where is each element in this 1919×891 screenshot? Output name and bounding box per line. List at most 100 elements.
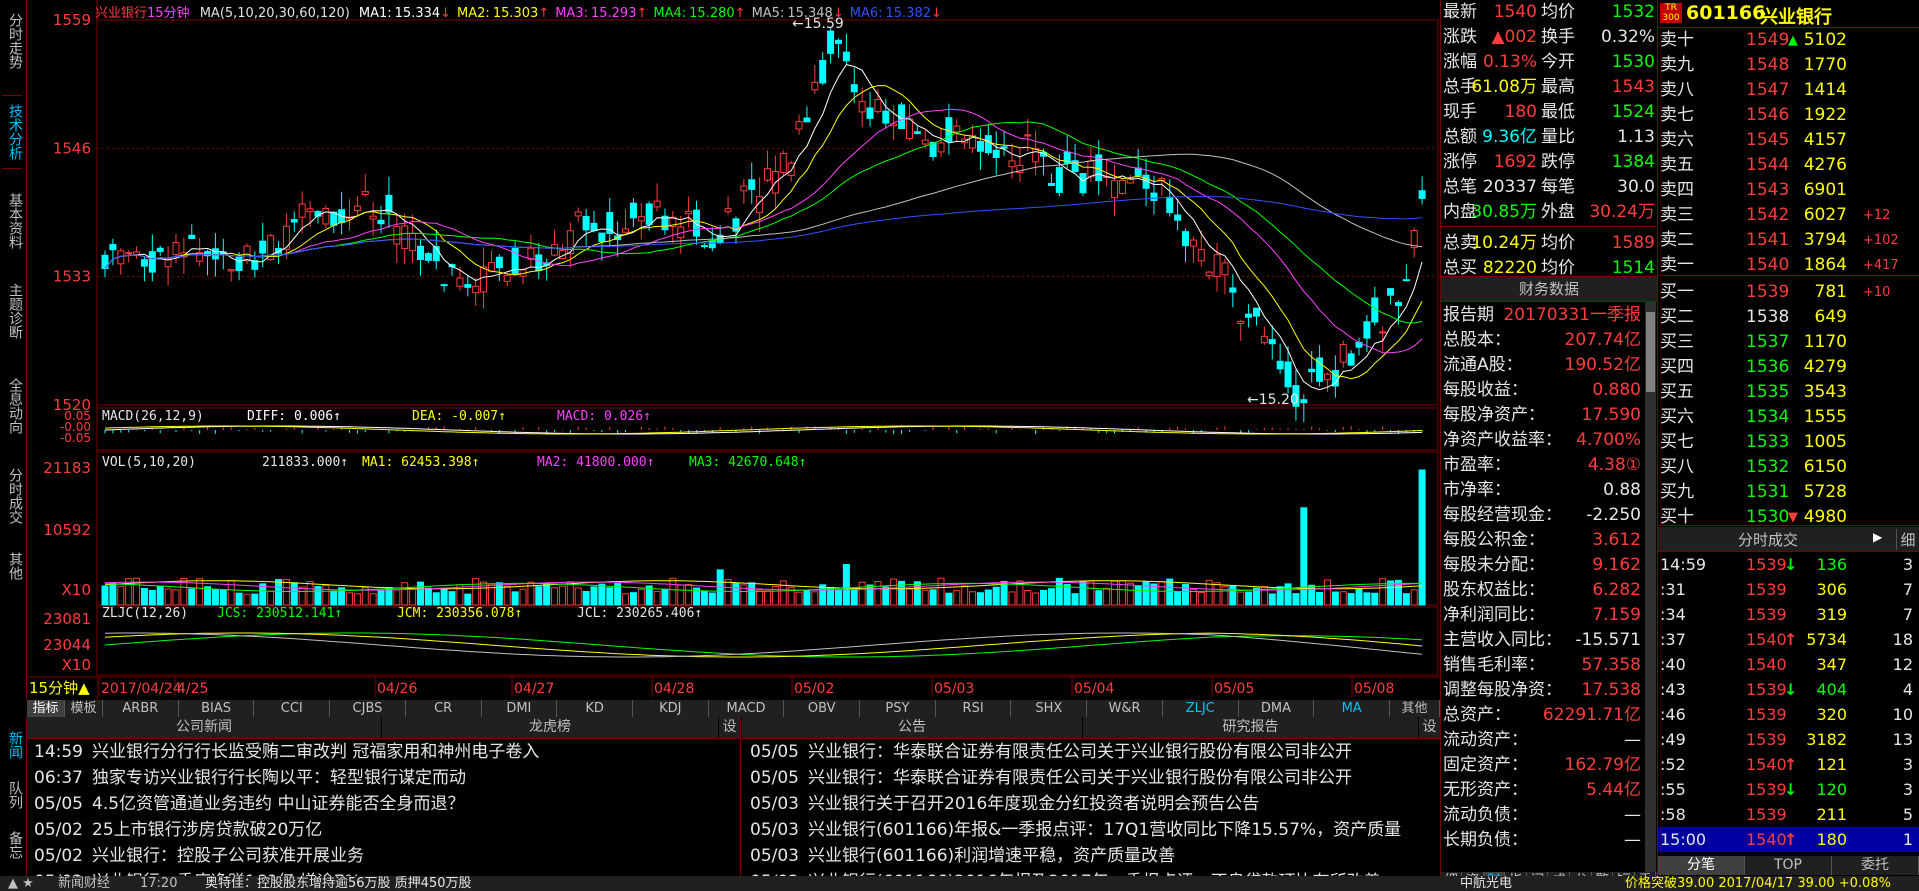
- order-level-label: 卖二: [1660, 230, 1694, 250]
- order-book-row[interactable]: 卖九 1548 1770: [1658, 53, 1919, 78]
- date-tick-label: 05/08: [1354, 681, 1394, 697]
- news-left-settings[interactable]: 设: [719, 717, 740, 739]
- period-label[interactable]: 15分钟▲: [29, 679, 90, 697]
- ticks-next-icon[interactable]: ▶: [1873, 530, 1882, 544]
- indicator-tab-shx[interactable]: SHX: [1011, 700, 1088, 717]
- order-book-row[interactable]: 买八 1532 6150: [1658, 455, 1919, 480]
- order-book-row[interactable]: 买五 1535 3543: [1658, 380, 1919, 405]
- order-level-label: 卖九: [1660, 55, 1694, 75]
- tab-dragon-tiger[interactable]: 龙虎榜: [382, 717, 718, 739]
- order-book-row[interactable]: 卖三 1542 6027 +12: [1658, 203, 1919, 228]
- news-item[interactable]: 14:59 兴业银行分行行长监受贿二审改判 冠福家用和神州电子卷入: [34, 740, 738, 765]
- news-item[interactable]: 05/02 25上市银行涉房贷款破20万亿: [34, 818, 738, 843]
- indicator-tab-cr[interactable]: CR: [406, 700, 482, 717]
- order-book-row[interactable]: 卖五 1544 4276: [1658, 153, 1919, 178]
- status-star-icon: ▲ ★: [8, 876, 34, 891]
- order-book-row[interactable]: 买一 1539 781 +10: [1658, 280, 1919, 305]
- vtab-diagnosis[interactable]: 主题诊断: [2, 275, 23, 347]
- candle-body: [882, 110, 890, 124]
- order-book-row[interactable]: 卖八 1547 1414: [1658, 78, 1919, 103]
- volume-bar: [172, 589, 180, 606]
- indicator-tab-obv[interactable]: OBV: [784, 700, 861, 717]
- indicator-tab-macd[interactable]: MACD: [709, 700, 785, 717]
- finance-row: 主营收入同比： -15.571: [1441, 628, 1641, 653]
- tab-company-news[interactable]: 公司新闻: [27, 717, 381, 739]
- indicator-tab-[interactable]: 其他: [1390, 700, 1440, 717]
- order-book-row[interactable]: 卖七 1546 1922: [1658, 103, 1919, 128]
- tick-price: 1539: [1746, 580, 1787, 599]
- order-book-row[interactable]: 买三 1537 1170: [1658, 330, 1919, 355]
- indicator-tab-rsi[interactable]: RSI: [936, 700, 1012, 717]
- kline-chart[interactable]: 1559154615331520←15.59←15.20MACD(26,12,9…: [27, 0, 1440, 700]
- order-volume: 5728: [1803, 482, 1847, 502]
- finance-row: 销售毛利率： 57.358: [1441, 653, 1641, 678]
- ticks-detail-button[interactable]: 细: [1896, 529, 1919, 550]
- volume-bar: [1252, 587, 1260, 606]
- news-item[interactable]: 05/03 兴业银行(601166)年报&一季报点评：17Q1营收同比下降15.5…: [750, 818, 1438, 843]
- news-item[interactable]: 05/05 兴业银行：华泰联合证券有限责任公司关于兴业银行股份有限公司非公开: [750, 766, 1438, 791]
- news-right-settings[interactable]: 设: [1419, 717, 1440, 739]
- indicator-tab-psy[interactable]: PSY: [860, 700, 936, 717]
- indicator-tab-wr[interactable]: W&R: [1087, 700, 1163, 717]
- indicator-tab-zljc[interactable]: ZLJC: [1163, 700, 1239, 717]
- candle-body: [779, 153, 787, 173]
- vtab-profile[interactable]: 基本资料: [2, 185, 23, 257]
- indicator-tab-kdj[interactable]: KDJ: [633, 700, 709, 717]
- volume-bar: [101, 585, 109, 606]
- indicator-tab-arbr[interactable]: ARBR: [103, 700, 179, 717]
- news-item[interactable]: 05/03 兴业银行(601166)利润增速平稳，资产质量改善: [750, 844, 1438, 869]
- order-book-row[interactable]: 卖六 1545 4157: [1658, 128, 1919, 153]
- finance-scrollbar[interactable]: [1645, 302, 1656, 872]
- news-item[interactable]: 06:37 独家专访兴业银行行长陶以平：轻型银行谋定而动: [34, 766, 738, 791]
- order-book-row[interactable]: 卖四 1543 6901: [1658, 178, 1919, 203]
- ticks-bottom-tabs: 分笔 TOP 委托: [1658, 856, 1919, 875]
- side-tab-news[interactable]: 新闻: [2, 725, 23, 765]
- vtab-technical[interactable]: 技术分析: [2, 95, 23, 169]
- candle-body: [590, 222, 598, 232]
- indicator-tab-ma[interactable]: MA: [1314, 700, 1390, 717]
- quote-value: 1589: [1611, 233, 1655, 253]
- indicator-tab-[interactable]: 指标: [27, 700, 65, 717]
- ticks-tab[interactable]: 委托: [1832, 856, 1919, 875]
- tab-announcements[interactable]: 公告: [742, 717, 1082, 739]
- indicator-tab-bias[interactable]: BIAS: [179, 700, 255, 717]
- status-news-label[interactable]: 新闻财经: [58, 876, 110, 891]
- indicator-tab-[interactable]: 模板: [65, 700, 103, 717]
- ma-legend-arrow: ↑: [734, 6, 746, 21]
- order-book-row[interactable]: 买二 1538 649: [1658, 305, 1919, 330]
- quote-value: 1532: [1611, 2, 1655, 22]
- vtab-trades[interactable]: 分时成交: [2, 460, 23, 532]
- news-item[interactable]: 05/05 兴业银行：华泰联合证券有限责任公司关于兴业银行股份有限公司非公开: [750, 740, 1438, 765]
- finance-row: 每股净资产： 17.590: [1441, 403, 1641, 428]
- vtab-intraday[interactable]: 分时走势: [2, 2, 23, 80]
- order-book-row[interactable]: 买九 1531 5728: [1658, 480, 1919, 505]
- tick-row: :58 1539 211 5: [1658, 802, 1919, 827]
- vtab-other[interactable]: 其他: [2, 548, 23, 584]
- order-book-row[interactable]: 卖十 1549 ▲ 5102: [1658, 28, 1919, 53]
- ticks-tab[interactable]: 分笔: [1658, 856, 1745, 875]
- order-book-row[interactable]: 买六 1534 1555: [1658, 405, 1919, 430]
- news-item[interactable]: 05/02 兴业银行：控股子公司获准开展业务: [34, 844, 738, 869]
- vtab-holographic[interactable]: 全息动向: [2, 370, 23, 442]
- finance-value: —: [1624, 830, 1641, 850]
- news-item[interactable]: 05/03 兴业银行关于召开2016年度现金分红投资者说明会预告公告: [750, 792, 1438, 817]
- indicator-tab-dmi[interactable]: DMI: [482, 700, 558, 717]
- indicator-tab-cci[interactable]: CCI: [254, 700, 331, 717]
- order-book-row[interactable]: 卖二 1541 3794 +102: [1658, 228, 1919, 253]
- order-level-label: 卖七: [1660, 105, 1694, 125]
- volume-bar: [148, 589, 156, 606]
- ticks-tab[interactable]: TOP: [1745, 856, 1832, 875]
- status-ticker[interactable]: 奥特佳：控股股东增持逾56万股 质押450万股: [205, 876, 472, 891]
- side-tab-queue[interactable]: 队列: [2, 775, 23, 815]
- tick-price: 1540: [1746, 655, 1787, 674]
- indicator-tab-dma[interactable]: DMA: [1239, 700, 1315, 717]
- order-price: 1532: [1746, 457, 1790, 477]
- order-book-row[interactable]: 买四 1536 4279: [1658, 355, 1919, 380]
- indicator-tab-cjbs[interactable]: CJBS: [330, 700, 406, 717]
- tab-research[interactable]: 研究报告: [1083, 717, 1418, 739]
- order-book-row[interactable]: 买七 1533 1005: [1658, 430, 1919, 455]
- news-item[interactable]: 05/05 4.5亿资管通道业务违约 中山证券能否全身而退？: [34, 792, 738, 817]
- side-tab-memo[interactable]: 备忘: [2, 825, 23, 865]
- indicator-tab-kd[interactable]: KD: [557, 700, 633, 717]
- finance-scroll-thumb[interactable]: [1646, 312, 1655, 392]
